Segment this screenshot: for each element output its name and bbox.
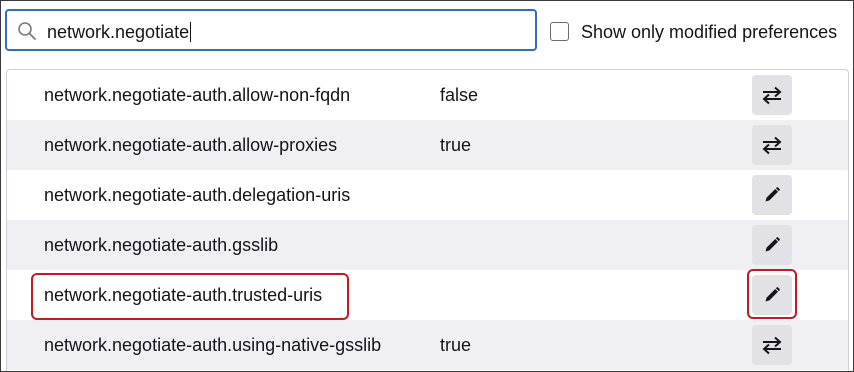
toggle-button[interactable]	[752, 325, 792, 365]
preference-row: network.negotiate-auth.allow-proxies tru…	[7, 120, 848, 170]
preferences-list: network.negotiate-auth.allow-non-fqdn fa…	[6, 69, 849, 371]
preference-name: network.negotiate-auth.trusted-uris	[44, 285, 323, 305]
preference-value: true	[440, 335, 472, 355]
preference-name: network.negotiate-auth.delegation-uris	[44, 185, 351, 205]
preference-value: false	[440, 85, 479, 105]
search-input-value: network.negotiate	[47, 22, 192, 42]
preference-row-trusted-uris: network.negotiate-auth.trusted-uris	[7, 270, 848, 320]
about-config-panel: network.negotiate Show only modified pre…	[0, 0, 854, 372]
edit-button[interactable]	[752, 275, 792, 315]
edit-icon	[765, 237, 780, 252]
preference-row: network.negotiate-auth.gsslib	[7, 220, 848, 270]
preference-name: network.negotiate-auth.allow-proxies	[44, 135, 338, 155]
edit-icon	[765, 187, 780, 202]
preference-name: network.negotiate-auth.using-native-gssl…	[44, 335, 382, 355]
preference-value: true	[440, 135, 472, 155]
show-modified-checkbox[interactable]	[550, 22, 569, 41]
toggle-button[interactable]	[752, 125, 792, 165]
text-caret	[190, 22, 192, 42]
preference-row: network.negotiate-auth.using-native-gssl…	[7, 320, 848, 370]
show-modified-label[interactable]: Show only modified preferences	[581, 21, 837, 43]
search-icon	[18, 22, 36, 40]
preference-row: network.negotiate-auth.delegation-uris	[7, 170, 848, 220]
toggle-icon	[762, 86, 782, 105]
edit-button[interactable]	[752, 225, 792, 265]
edit-icon	[765, 287, 780, 302]
toggle-icon	[762, 136, 782, 155]
preference-name: network.negotiate-auth.allow-non-fqdn	[44, 85, 351, 105]
toggle-icon	[762, 336, 782, 355]
search-input[interactable]: network.negotiate	[5, 9, 537, 51]
edit-button[interactable]	[752, 175, 792, 215]
preference-name: network.negotiate-auth.gsslib	[44, 235, 279, 255]
toggle-button[interactable]	[752, 75, 792, 115]
preference-row: network.negotiate-auth.allow-non-fqdn fa…	[7, 70, 848, 120]
